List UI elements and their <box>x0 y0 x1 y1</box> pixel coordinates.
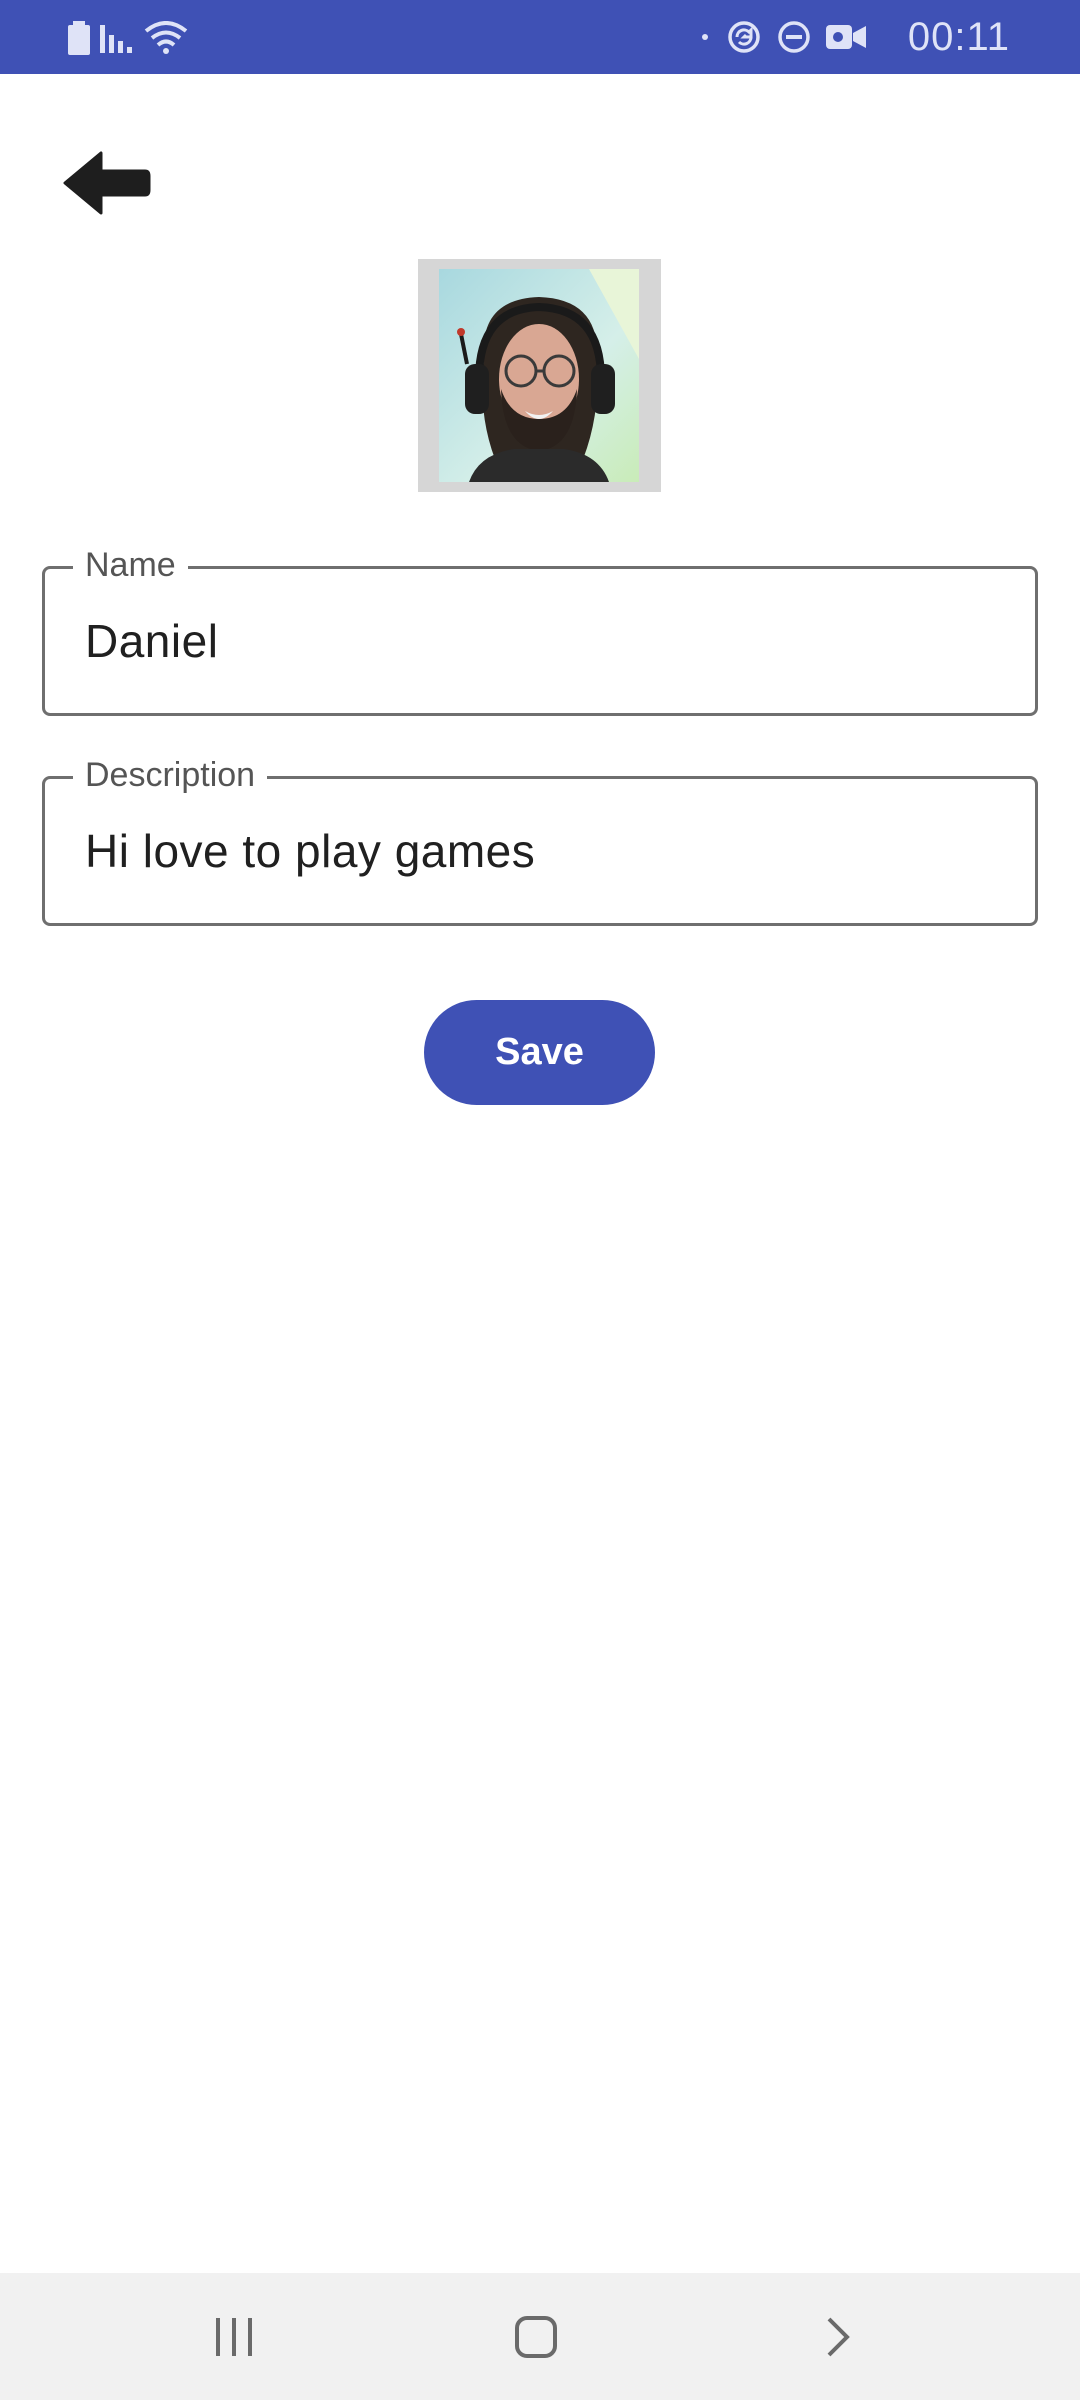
profile-photo <box>439 269 639 482</box>
dot-icon <box>698 30 712 44</box>
navigation-bar <box>0 2273 1080 2400</box>
description-input[interactable]: Hi love to play games <box>85 779 1005 923</box>
description-field[interactable]: Description Hi love to play games <box>42 755 1038 926</box>
nav-back-button[interactable] <box>758 2273 918 2400</box>
sync-icon <box>726 19 762 55</box>
name-input[interactable]: Daniel <box>85 569 1005 713</box>
back-arrow-icon <box>61 147 151 219</box>
back-button[interactable] <box>56 138 156 228</box>
wifi-icon <box>144 21 188 55</box>
name-field[interactable]: Name Daniel <box>42 545 1038 716</box>
recents-icon <box>212 2316 256 2358</box>
status-right-icons: 00:11 <box>698 14 1010 60</box>
status-time: 00:11 <box>907 14 1010 59</box>
battery-icon <box>68 21 90 55</box>
home-button[interactable] <box>456 2273 616 2400</box>
status-bar: 00:11 <box>0 0 1080 74</box>
signal-icon <box>100 23 134 53</box>
recents-button[interactable] <box>154 2273 314 2400</box>
video-camera-icon <box>825 22 866 52</box>
home-icon <box>513 2314 559 2360</box>
save-button[interactable]: Save <box>424 1000 655 1105</box>
avatar-button[interactable] <box>418 259 661 492</box>
do-not-disturb-icon <box>776 19 812 55</box>
back-chevron-icon <box>823 2315 853 2359</box>
status-left-icons <box>68 18 188 58</box>
